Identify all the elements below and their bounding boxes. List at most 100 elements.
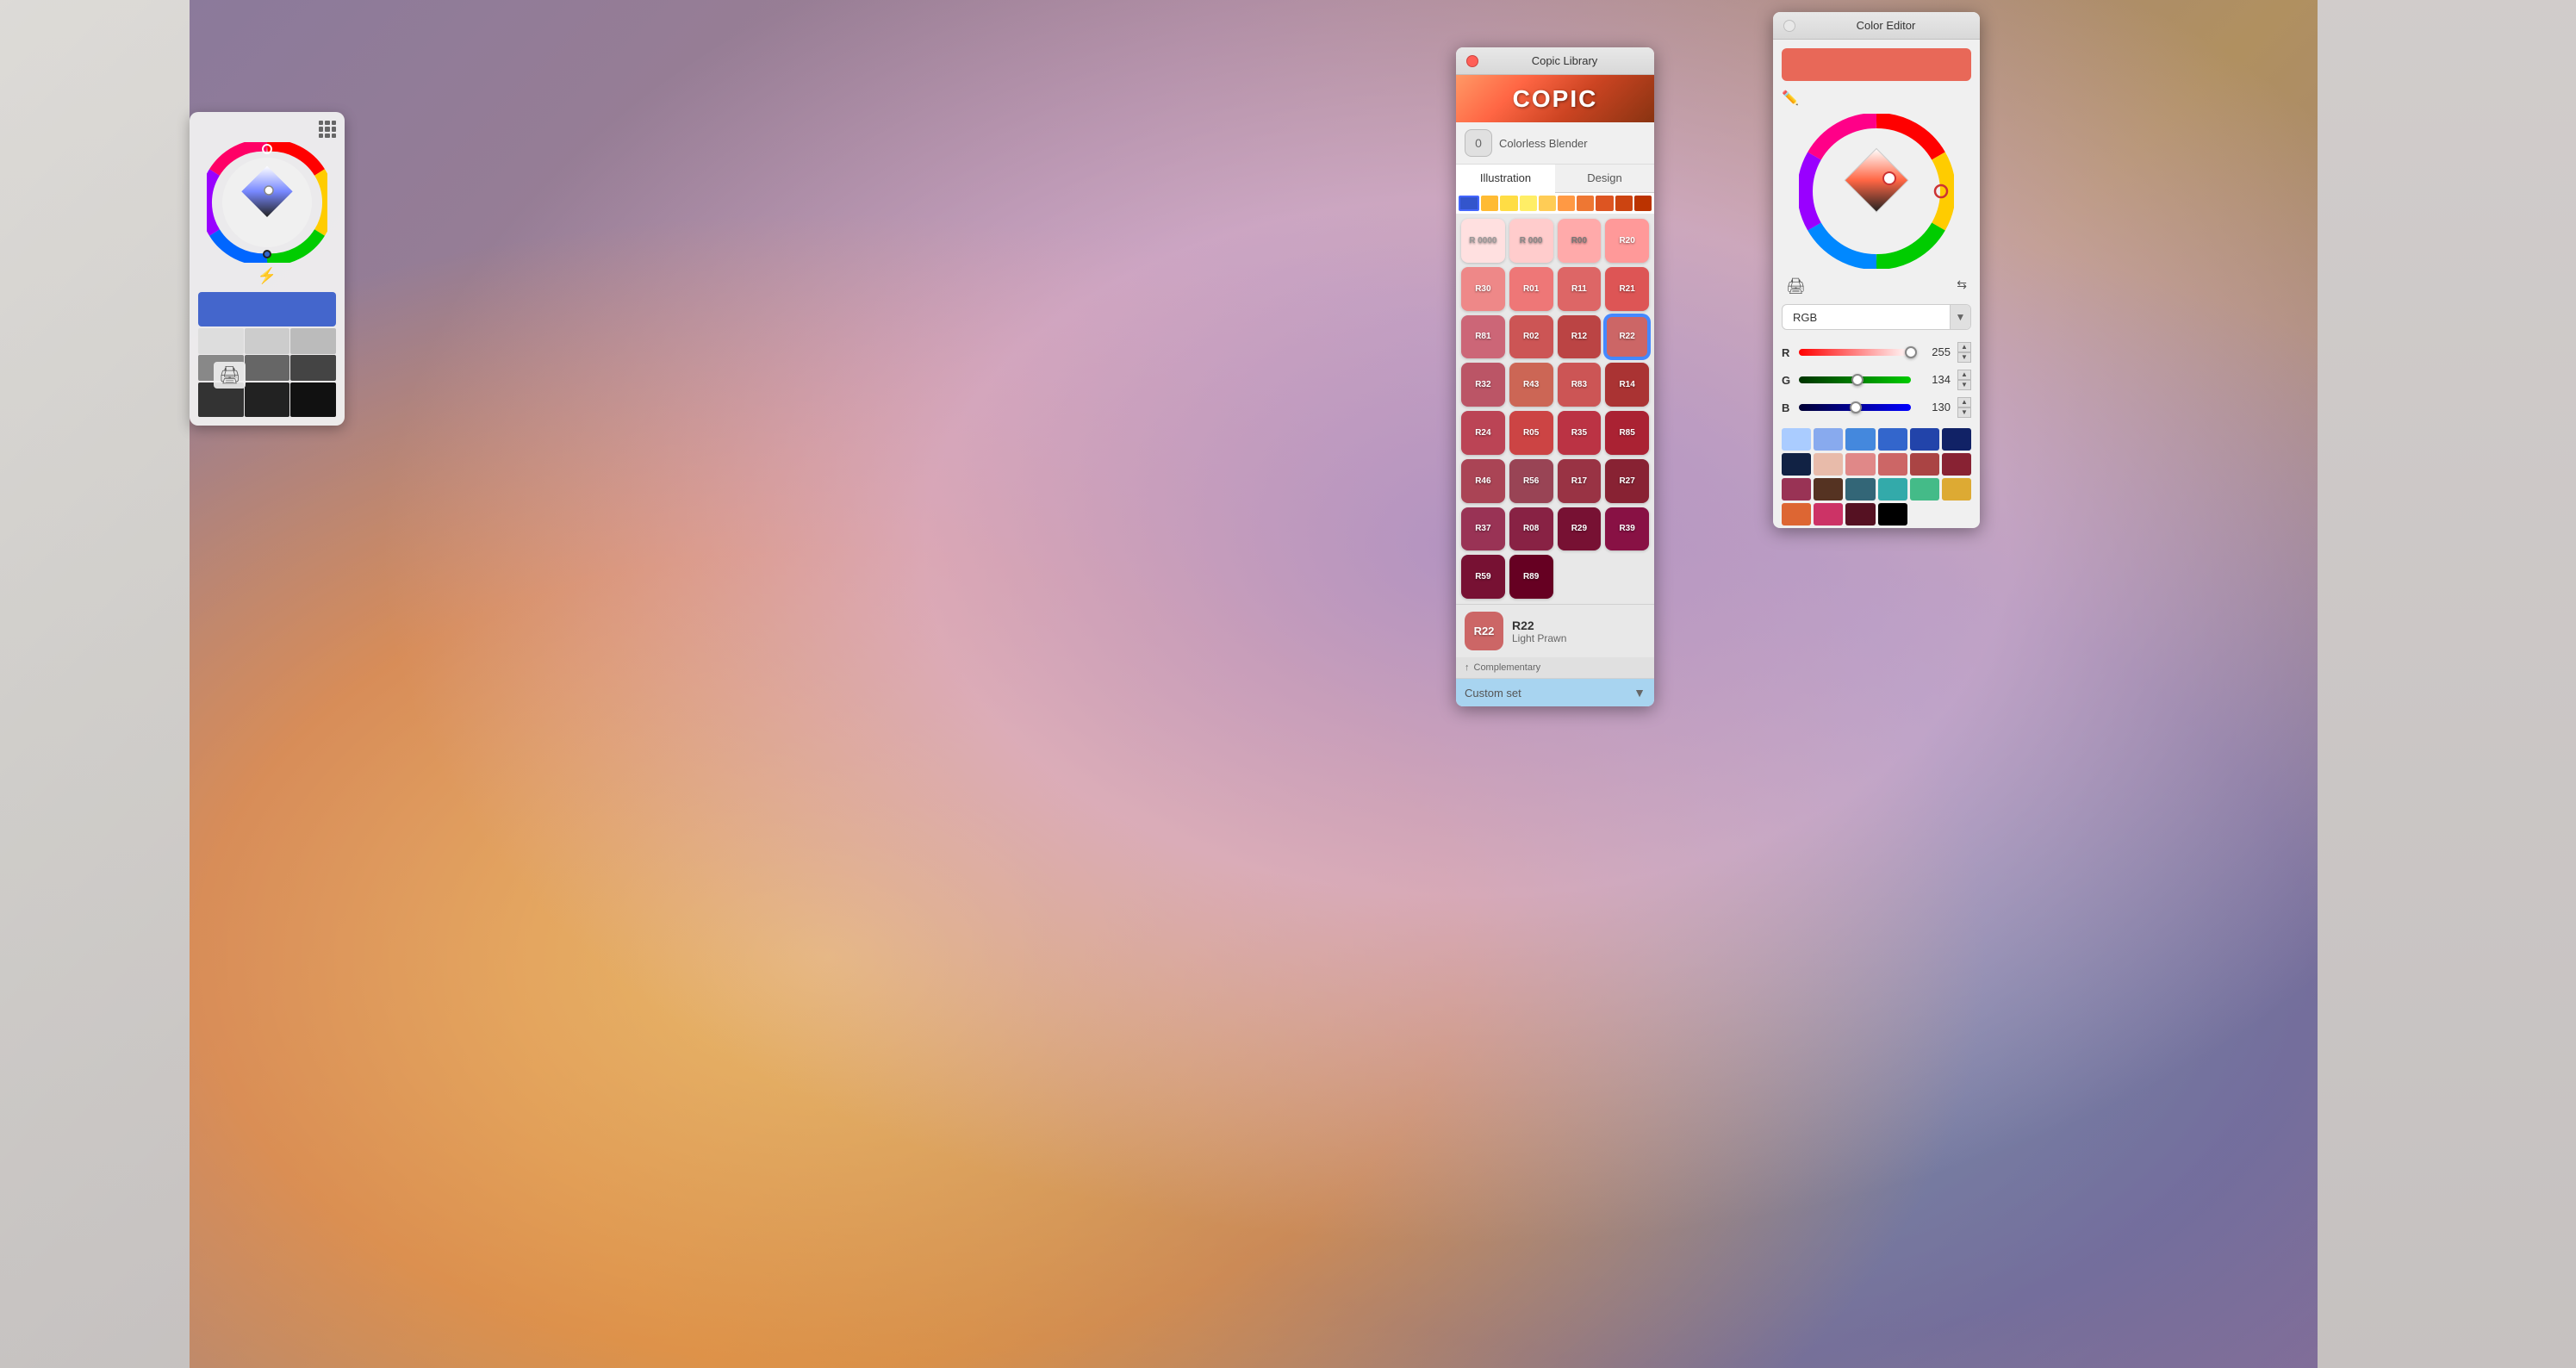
copic-swatch-r37[interactable]: R37 [1461, 507, 1505, 551]
strip-cell[interactable] [1596, 196, 1613, 211]
grid-icon[interactable] [319, 121, 336, 138]
strip-cell[interactable] [1558, 196, 1575, 211]
copic-swatch-r0000[interactable]: R 0000 [1461, 219, 1505, 263]
copic-swatch-r83[interactable]: R83 [1558, 363, 1602, 407]
copic-swatch-r11[interactable]: R11 [1558, 267, 1602, 311]
editor-top-row: ✏️ [1773, 90, 1980, 114]
custom-set-bar[interactable]: Custom set ▼ [1456, 678, 1654, 706]
copic-swatch-r81[interactable]: R81 [1461, 315, 1505, 359]
rgb-dropdown-button[interactable]: ▼ [1950, 305, 1970, 329]
copic-swatch-r24[interactable]: R24 [1461, 411, 1505, 455]
swatch-cell[interactable] [245, 328, 290, 354]
palette-cell[interactable] [1845, 478, 1875, 501]
color-printer-icon[interactable]: 🖨 [1786, 277, 1806, 295]
b-decrement-button[interactable]: ▼ [1957, 407, 1971, 418]
colorless-blender-row[interactable]: 0 Colorless Blender [1456, 122, 1654, 165]
strip-cell[interactable] [1520, 196, 1537, 211]
palette-cell[interactable] [1814, 428, 1843, 451]
strip-cell[interactable] [1500, 196, 1517, 211]
copic-swatch-r08[interactable]: R08 [1509, 507, 1553, 551]
copic-swatch-r12[interactable]: R12 [1558, 315, 1602, 359]
palette-cell[interactable] [1782, 503, 1811, 525]
strip-cell[interactable] [1539, 196, 1556, 211]
main-color-swatch[interactable] [198, 292, 336, 326]
copic-swatch-r02[interactable]: R02 [1509, 315, 1553, 359]
copic-swatch-r43[interactable]: R43 [1509, 363, 1553, 407]
swatch-cell[interactable] [245, 382, 290, 417]
copic-swatch-r27[interactable]: R27 [1605, 459, 1649, 503]
swap-arrows-icon[interactable]: ⇆ [1957, 277, 1967, 295]
r-decrement-button[interactable]: ▼ [1957, 352, 1971, 363]
swatch-cell[interactable] [245, 355, 290, 381]
printer-icon[interactable]: 🖨 [214, 362, 246, 389]
copic-swatch-r46[interactable]: R46 [1461, 459, 1505, 503]
copic-swatch-r01[interactable]: R01 [1509, 267, 1553, 311]
strip-cell-selected[interactable] [1459, 196, 1479, 211]
palette-cell[interactable] [1942, 428, 1971, 451]
copic-swatch-r35[interactable]: R35 [1558, 411, 1602, 455]
large-color-wheel[interactable] [1799, 114, 1954, 269]
palette-cell[interactable] [1878, 428, 1907, 451]
copic-swatch-r00[interactable]: R00 [1558, 219, 1602, 263]
g-decrement-button[interactable]: ▼ [1957, 380, 1971, 390]
strip-cell[interactable] [1577, 196, 1594, 211]
colorless-blender-label: Colorless Blender [1499, 137, 1588, 150]
b-slider[interactable] [1799, 404, 1911, 411]
copic-swatch-r56[interactable]: R56 [1509, 459, 1553, 503]
copic-swatch-r000[interactable]: R 000 [1509, 219, 1553, 263]
copic-swatch-r05[interactable]: R05 [1509, 411, 1553, 455]
copic-swatch-r29[interactable]: R29 [1558, 507, 1602, 551]
swatch-cell[interactable] [198, 328, 244, 354]
copic-swatch-r85[interactable]: R85 [1605, 411, 1649, 455]
palette-cell[interactable] [1878, 453, 1907, 476]
palette-cell[interactable] [1782, 428, 1811, 451]
swatch-cell[interactable] [290, 355, 336, 381]
palette-cell[interactable] [1782, 453, 1811, 476]
r-increment-button[interactable]: ▲ [1957, 342, 1971, 352]
palette-cell[interactable] [1910, 478, 1939, 501]
color-preview-bar[interactable] [1782, 48, 1971, 81]
palette-cell[interactable] [1782, 478, 1811, 501]
b-increment-button[interactable]: ▲ [1957, 397, 1971, 407]
copic-swatch-r59[interactable]: R59 [1461, 555, 1505, 599]
rgb-mode-selector[interactable]: RGB ▼ [1782, 304, 1971, 330]
copic-titlebar: Copic Library [1456, 47, 1654, 75]
tab-design[interactable]: Design [1555, 165, 1654, 192]
strip-cell[interactable] [1481, 196, 1498, 211]
copic-swatch-r20[interactable]: R20 [1605, 219, 1649, 263]
swatch-cell[interactable] [290, 328, 336, 354]
palette-cell[interactable] [1910, 453, 1939, 476]
copic-swatch-r30[interactable]: R30 [1461, 267, 1505, 311]
copic-swatch-r17[interactable]: R17 [1558, 459, 1602, 503]
palette-cell[interactable] [1878, 503, 1907, 525]
palette-cell[interactable] [1845, 503, 1875, 525]
palette-cell[interactable] [1845, 428, 1875, 451]
r-slider[interactable] [1799, 349, 1911, 356]
color-wheel[interactable] [207, 142, 327, 263]
palette-cell[interactable] [1814, 453, 1843, 476]
custom-set-dropdown-icon[interactable]: ▼ [1633, 686, 1646, 700]
palette-cell[interactable] [1942, 478, 1971, 501]
palette-cell[interactable] [1845, 453, 1875, 476]
copic-swatch-r39[interactable]: R39 [1605, 507, 1649, 551]
copic-swatch-r21[interactable]: R21 [1605, 267, 1649, 311]
palette-cell[interactable] [1942, 453, 1971, 476]
strip-cell[interactable] [1634, 196, 1652, 211]
palette-cell[interactable] [1910, 428, 1939, 451]
palette-cell[interactable] [1878, 478, 1907, 501]
color-wheel-bottom-indicator[interactable] [263, 250, 271, 258]
g-slider[interactable] [1799, 376, 1911, 383]
copic-swatch-r22[interactable]: R22 [1605, 315, 1649, 359]
copic-swatch-r89[interactable]: R89 [1509, 555, 1553, 599]
strip-cell[interactable] [1615, 196, 1633, 211]
palette-cell[interactable] [1814, 478, 1843, 501]
complementary-bar[interactable]: ↑ Complementary [1456, 657, 1654, 678]
copic-swatch-r32[interactable]: R32 [1461, 363, 1505, 407]
tab-illustration[interactable]: Illustration [1456, 165, 1555, 193]
swatch-cell[interactable] [290, 382, 336, 417]
copic-swatch-r14[interactable]: R14 [1605, 363, 1649, 407]
g-increment-button[interactable]: ▲ [1957, 370, 1971, 380]
palette-cell[interactable] [1814, 503, 1843, 525]
eyedropper-icon[interactable]: ✏️ [1782, 90, 1799, 107]
window-close-button[interactable] [1466, 55, 1478, 67]
